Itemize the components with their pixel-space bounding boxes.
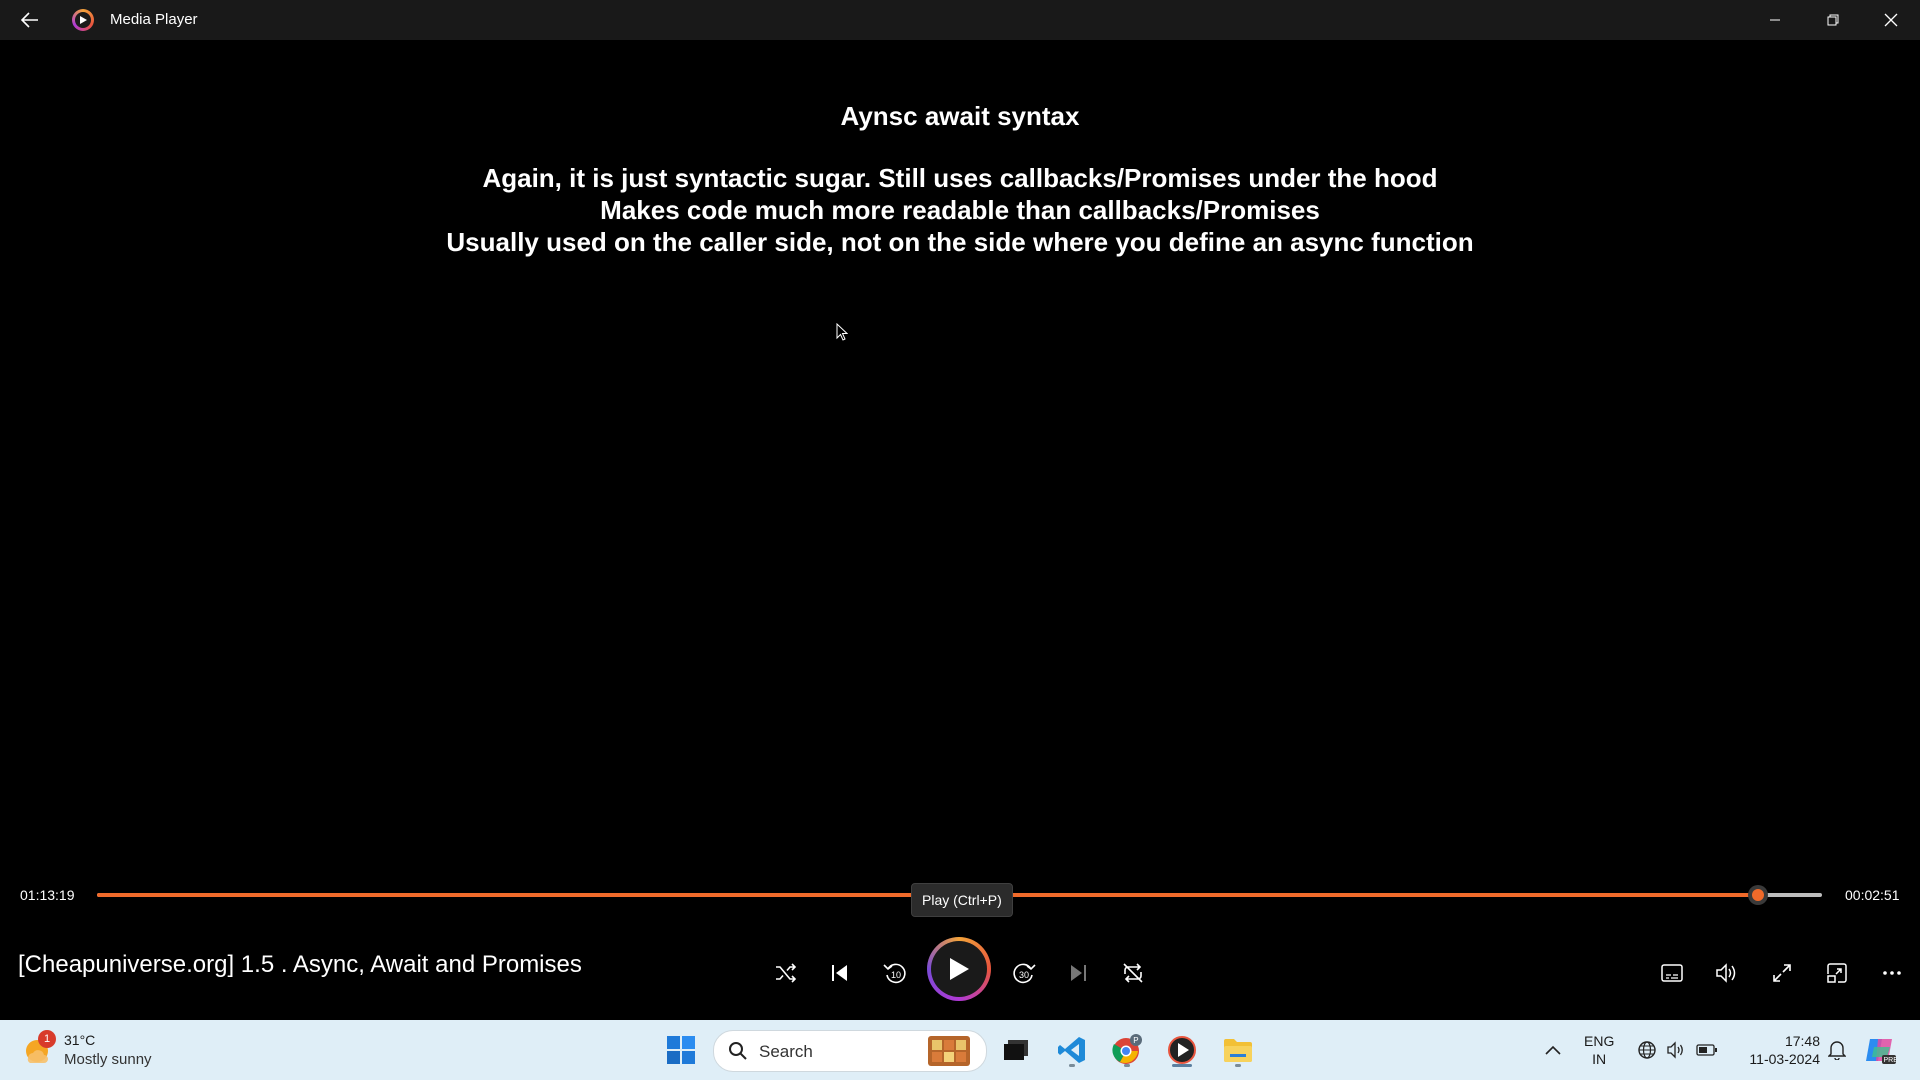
weather-temperature: 31°C	[64, 1032, 96, 1048]
clock-time: 17:48	[1784, 1033, 1820, 1049]
language-indicator[interactable]: ENG IN	[1584, 1032, 1614, 1068]
chrome-icon: P	[1112, 1034, 1142, 1064]
playback-controls: 01:13:19 00:02:51 Play (Ctrl+P) [Cheapun…	[0, 875, 1920, 1020]
seek-thumb[interactable]	[1748, 885, 1769, 905]
app-title: Media Player	[110, 11, 198, 28]
fullscreen-button[interactable]	[1762, 953, 1802, 993]
media-player-logo-icon	[72, 9, 94, 31]
next-icon	[1071, 965, 1086, 981]
previous-icon	[832, 965, 847, 981]
slide-title: Aynsc await syntax	[840, 101, 1080, 131]
back-button[interactable]	[14, 6, 46, 34]
mouse-cursor-icon	[836, 323, 848, 341]
skip-back-10-button[interactable]: 10	[875, 953, 915, 993]
windows-logo-icon	[667, 1036, 695, 1064]
restore-icon	[1827, 14, 1839, 26]
weather-alert-badge: 1	[38, 1030, 56, 1048]
battery-button[interactable]	[1696, 1020, 1718, 1080]
back-arrow-icon	[21, 12, 38, 28]
media-player-icon	[1168, 1036, 1196, 1064]
shuffle-icon	[776, 963, 797, 983]
close-icon	[1884, 13, 1898, 27]
chevron-up-icon	[1545, 1045, 1561, 1055]
slide-line: Usually used on the caller side, not on …	[446, 227, 1474, 257]
slide-line: Makes code much more readable than callb…	[600, 195, 1320, 225]
speaker-icon	[1667, 1041, 1683, 1059]
volume-button[interactable]	[1707, 953, 1747, 993]
close-button[interactable]	[1864, 0, 1918, 40]
globe-icon	[1638, 1041, 1656, 1059]
mini-player-button[interactable]	[1817, 953, 1857, 993]
weather-widget[interactable]: 1 31°C Mostly sunny	[22, 1030, 222, 1070]
slide-content: Aynsc await syntax Again, it is just syn…	[0, 100, 1920, 258]
search-highlight-icon	[928, 1036, 970, 1066]
task-view-icon	[1004, 1040, 1028, 1060]
search-icon	[729, 1042, 747, 1060]
weather-description: Mostly sunny	[64, 1051, 152, 1068]
notifications-button[interactable]	[1826, 1020, 1848, 1080]
shuffle-button[interactable]	[766, 953, 806, 993]
copilot-button[interactable]: PRE	[1862, 1020, 1898, 1080]
chrome-taskbar-button[interactable]: P	[1107, 1030, 1147, 1070]
media-title: [Cheapuniverse.org] 1.5 . Async, Await a…	[18, 951, 582, 978]
next-button[interactable]	[1058, 953, 1098, 993]
elapsed-time: 01:13:19	[20, 887, 75, 903]
taskbar-search[interactable]: Search	[713, 1030, 987, 1072]
repeat-button[interactable]	[1113, 953, 1153, 993]
vscode-taskbar-button[interactable]	[1052, 1030, 1092, 1070]
file-explorer-taskbar-button[interactable]	[1218, 1030, 1258, 1070]
previous-button[interactable]	[820, 953, 860, 993]
search-placeholder: Search	[759, 1042, 813, 1061]
fullscreen-icon	[1773, 964, 1791, 982]
title-bar: Media Player	[0, 0, 1920, 40]
slide-line: Again, it is just syntactic sugar. Still…	[482, 163, 1438, 193]
more-icon	[1883, 971, 1901, 975]
minimize-icon	[1770, 19, 1780, 21]
restore-button[interactable]	[1806, 0, 1860, 40]
svg-text:10: 10	[891, 970, 901, 980]
media-player-taskbar-button[interactable]	[1162, 1030, 1202, 1070]
more-options-button[interactable]	[1872, 953, 1912, 993]
svg-text:30: 30	[1019, 970, 1029, 980]
task-view-button[interactable]	[996, 1030, 1036, 1070]
svg-text:P: P	[1133, 1036, 1138, 1045]
video-surface[interactable]: Aynsc await syntax Again, it is just syn…	[0, 40, 1920, 875]
clock-date: 11-03-2024	[1749, 1051, 1820, 1067]
folder-icon	[1224, 1039, 1252, 1062]
language-code: ENG	[1584, 1033, 1615, 1049]
clock[interactable]: 17:48 11-03-2024	[1732, 1032, 1820, 1068]
battery-icon	[1696, 1044, 1717, 1056]
captions-icon	[1661, 964, 1683, 982]
show-hidden-icons-button[interactable]	[1538, 1020, 1568, 1080]
play-icon	[950, 958, 969, 980]
play-tooltip: Play (Ctrl+P)	[911, 883, 1013, 917]
region-code: IN	[1592, 1051, 1607, 1067]
remaining-time: 00:02:51	[1845, 887, 1900, 903]
rewind-10-icon: 10	[883, 963, 906, 984]
skip-forward-30-button[interactable]: 30	[1004, 953, 1044, 993]
network-button[interactable]	[1636, 1020, 1658, 1080]
play-button[interactable]	[927, 937, 991, 1001]
mini-player-icon	[1827, 963, 1847, 983]
bell-icon	[1828, 1041, 1846, 1060]
volume-icon	[1716, 963, 1736, 983]
taskbar: 1 31°C Mostly sunny Search P ENG IN 17:4…	[0, 1020, 1920, 1080]
captions-button[interactable]	[1652, 953, 1692, 993]
vscode-icon	[1058, 1037, 1085, 1063]
start-button[interactable]	[661, 1030, 701, 1070]
volume-tray-button[interactable]	[1665, 1020, 1687, 1080]
minimize-button[interactable]	[1748, 0, 1802, 40]
svg-text:PRE: PRE	[1884, 1057, 1897, 1064]
forward-30-icon: 30	[1013, 963, 1036, 984]
repeat-off-icon	[1123, 963, 1143, 983]
copilot-icon: PRE	[1866, 1039, 1897, 1064]
